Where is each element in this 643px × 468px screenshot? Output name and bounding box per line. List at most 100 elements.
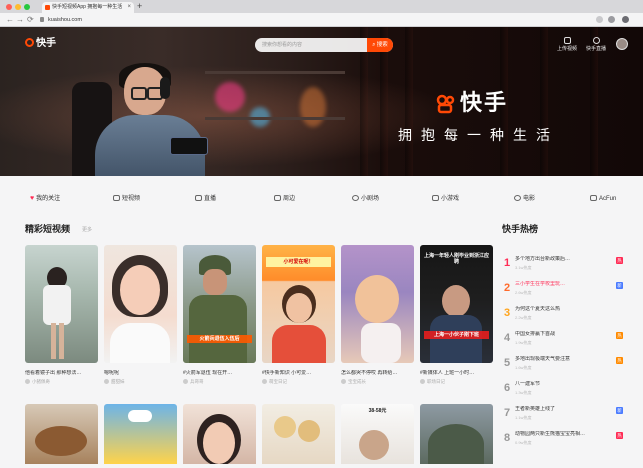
hot-text[interactable]: 多个地方出台新政策后…	[515, 256, 611, 263]
video-thumbnail[interactable]	[25, 404, 98, 464]
hot-text[interactable]: 三小学生在学校里玩…	[515, 281, 611, 288]
section-more-link[interactable]: 更多	[82, 226, 92, 234]
close-window-icon[interactable]	[6, 4, 12, 10]
hot-meta: 2.2w热度	[515, 315, 532, 320]
extension-icon[interactable]	[608, 16, 615, 23]
video-thumbnail[interactable]	[420, 404, 493, 464]
browser-tab[interactable]: 快手短视频App 拥抱每一种生活 ×	[42, 2, 134, 13]
video-caption: 小可爱在呢！	[266, 257, 331, 267]
tab-theater[interactable]: 小剧场	[352, 195, 379, 203]
video-author[interactable]: 甜甜妹	[104, 379, 125, 385]
video-title[interactable]: #新媒体人 上班一小时…	[420, 370, 495, 377]
tab-live[interactable]: 直播	[195, 195, 216, 203]
hot-list-item[interactable]: 1 多个地方出台新政策后… 3.1w热度 热	[502, 254, 626, 276]
video-author[interactable]: 小猪佩奇	[25, 379, 50, 385]
back-icon[interactable]: ←	[6, 14, 14, 26]
maximize-window-icon[interactable]	[24, 4, 30, 10]
hot-meta: 3.1w热度	[515, 265, 532, 270]
hot-text[interactable]: 为何这个夏天这么热	[515, 306, 611, 313]
tab-short-video[interactable]: 短视频	[113, 195, 140, 203]
tab-film[interactable]: 电影	[514, 195, 535, 203]
hot-list-item[interactable]: 7 王者新英雄上线了 1.1w热度 新	[502, 404, 626, 426]
tab-close-icon[interactable]: ×	[127, 2, 131, 13]
tab-game[interactable]: 小游戏	[432, 195, 459, 203]
tab-shop[interactable]: 周边	[274, 195, 295, 203]
video-caption-top: 上海一年轻人刚毕业到浙江应聘	[424, 253, 490, 265]
upload-button[interactable]: 上传视频	[552, 37, 582, 52]
author-name: 甜甜妹	[111, 379, 125, 384]
hot-text[interactable]: 多地出现极端天气要注意	[515, 356, 611, 363]
profile-icon[interactable]	[622, 16, 629, 23]
video-author[interactable]: 萌宝日记	[262, 379, 287, 385]
kuaishou-logo-icon	[25, 38, 34, 47]
video-author[interactable]: 宝宝成长	[341, 379, 366, 385]
hot-rank: 7	[503, 407, 511, 419]
minimize-window-icon[interactable]	[15, 4, 21, 10]
video-thumbnail[interactable]	[104, 404, 177, 464]
tab-title: 快手短视频App 拥抱每一种生活	[52, 4, 123, 10]
hot-list-item[interactable]: 2 三小学生在学校里玩… 2.6w热度 新	[502, 279, 626, 301]
video-thumbnail[interactable]: 38-58元	[341, 404, 414, 464]
video-title[interactable]: 怎么都哭不停哎 再转给…	[341, 370, 416, 377]
hot-list-item[interactable]: 3 为何这个夏天这么热 2.2w热度	[502, 304, 626, 326]
video-caption-bottom: 上海一小伙子刚下班	[424, 331, 489, 339]
hot-list-title: 快手热榜	[502, 224, 539, 234]
tab-label: AcFun	[599, 196, 617, 202]
video-thumbnail[interactable]	[183, 404, 256, 464]
food-bun	[298, 420, 320, 442]
video-caption: 火箭兵退伍入伍后	[187, 335, 252, 343]
hot-list-item[interactable]: 6 八一建军节 1.3w热度	[502, 379, 626, 401]
hot-list-item[interactable]: 8 动物园两只新生熊猫宝宝亮相… 0.9w热度 热	[502, 429, 626, 451]
live-icon	[195, 195, 202, 201]
client-icon	[592, 37, 600, 44]
video-thumbnail[interactable]	[25, 245, 98, 363]
baby-blanket	[361, 323, 401, 363]
hot-text[interactable]: 王者新英雄上线了	[515, 406, 611, 413]
hot-badge: 新	[616, 407, 623, 414]
search-input[interactable]: 搜索你想看的内容	[262, 38, 302, 52]
video-thumbnail[interactable]: 小可爱在呢！	[262, 245, 335, 363]
forward-icon[interactable]: →	[16, 14, 24, 26]
video-title[interactable]: 嗯呢呢	[104, 370, 179, 377]
video-icon	[113, 195, 120, 201]
video-thumbnail[interactable]	[104, 245, 177, 363]
video-thumbnail[interactable]: 上海一年轻人刚毕业到浙江应聘 上海一小伙子刚下班	[420, 245, 493, 363]
video-title[interactable]: #火箭军退伍 现在开…	[183, 370, 258, 377]
video-title[interactable]: 他看着镜子出 那种想法…	[25, 370, 100, 377]
avatar[interactable]	[616, 38, 628, 50]
theater-icon	[352, 195, 359, 201]
tab-following[interactable]: ♥ 我的关注	[30, 195, 60, 203]
search-button[interactable]: ⌕ 搜索	[367, 38, 393, 52]
hot-meta: 1.1w热度	[515, 415, 532, 420]
video-author[interactable]: 职场日记	[420, 379, 445, 385]
hot-rank: 5	[503, 357, 511, 369]
orange-light	[300, 87, 326, 127]
video-title[interactable]: #快手新知识 小可爱…	[262, 370, 337, 377]
hot-text[interactable]: 八一建军节	[515, 381, 611, 388]
film-icon	[514, 195, 521, 201]
child-shirt	[272, 325, 326, 363]
glasses-left	[131, 87, 147, 100]
main-content: 精彩短视频 更多 他看着镜子出 那种想法… 小猪佩奇 嗯呢呢 甜甜妹 火箭兵退伍…	[0, 214, 643, 468]
client-button[interactable]: 快手直播	[581, 37, 611, 52]
video-thumbnail[interactable]	[341, 245, 414, 363]
hot-text[interactable]: 中国女排赢下首战	[515, 331, 611, 338]
url-field[interactable]: kuaishou.com	[48, 13, 82, 27]
search-bar[interactable]: 搜索你想看的内容 ⌕ 搜索	[255, 38, 393, 52]
video-thumbnail[interactable]: 火箭兵退伍入伍后	[183, 245, 256, 363]
person-leg	[59, 323, 64, 359]
hot-list-item[interactable]: 4 中国女排赢下首战 1.9w热度 热	[502, 329, 626, 351]
acfun-icon	[590, 195, 597, 201]
hot-text[interactable]: 动物园两只新生熊猫宝宝亮相…	[515, 431, 611, 438]
extension-icon[interactable]	[596, 16, 603, 23]
kuaishou-logo[interactable]: 快手	[25, 38, 56, 50]
video-thumbnail[interactable]	[262, 404, 335, 464]
new-tab-button[interactable]: +	[137, 1, 142, 12]
person-face	[359, 430, 389, 460]
reload-icon[interactable]: ⟳	[27, 14, 34, 26]
video-author[interactable]: 兵哥哥	[183, 379, 204, 385]
author-name: 兵哥哥	[190, 379, 204, 384]
hot-list-item[interactable]: 5 多地出现极端天气要注意 1.6w热度 热	[502, 354, 626, 376]
tab-acfun[interactable]: AcFun	[590, 195, 616, 203]
man-shirt	[430, 315, 482, 363]
